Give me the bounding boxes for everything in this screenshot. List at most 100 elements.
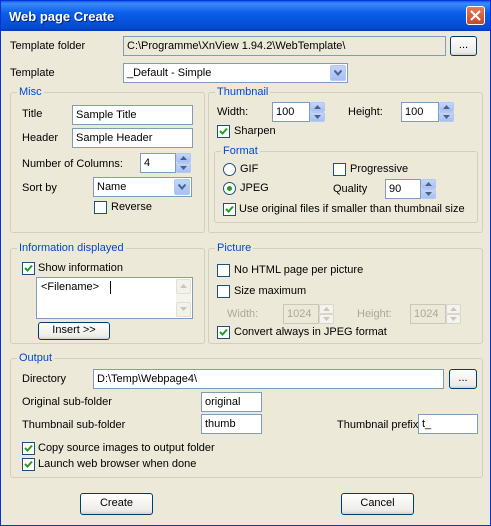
size-maximum-checkbox[interactable] xyxy=(217,285,230,298)
picture-height-input[interactable]: 1024 xyxy=(410,304,446,324)
title-bar[interactable]: Web page Create xyxy=(1,1,490,31)
picture-height-stepper-up[interactable] xyxy=(446,304,461,314)
template-folder-browse-button[interactable]: ... xyxy=(450,36,477,56)
directory-input[interactable]: D:\Temp\Webpage4\ xyxy=(93,369,444,389)
jpeg-label: JPEG xyxy=(240,182,269,194)
thumb-width-stepper[interactable] xyxy=(310,102,325,122)
quality-stepper-up[interactable] xyxy=(421,179,436,189)
arrow-up-icon xyxy=(323,307,330,311)
convert-jpeg-label: Convert always in JPEG format xyxy=(234,326,387,338)
thumbnail-group-title: Thumbnail xyxy=(215,86,271,99)
thumb-height-stepper[interactable] xyxy=(439,102,454,122)
columns-input[interactable]: 4 xyxy=(140,153,176,173)
jpeg-radio[interactable] xyxy=(223,182,236,195)
arrow-down-icon xyxy=(180,166,187,170)
header-label: Header xyxy=(22,132,59,144)
picture-height-stepper-down[interactable] xyxy=(446,314,461,324)
checkmark-icon xyxy=(24,264,33,272)
misc-group-title: Misc xyxy=(17,86,44,99)
show-information-checkbox[interactable] xyxy=(22,262,35,275)
cancel-button[interactable]: Cancel xyxy=(341,493,414,515)
insert-button[interactable]: Insert >> xyxy=(38,322,110,340)
use-original-checkbox[interactable] xyxy=(223,203,236,216)
gif-label: GIF xyxy=(240,163,259,175)
progressive-label: Progressive xyxy=(350,163,409,175)
thumb-height-stepper-up[interactable] xyxy=(439,102,454,112)
scroll-up-button[interactable] xyxy=(176,279,191,294)
create-button[interactable]: Create xyxy=(80,493,153,515)
columns-stepper-up[interactable] xyxy=(176,153,191,163)
show-information-label: Show information xyxy=(38,262,123,274)
sortby-select[interactable]: Name xyxy=(93,177,192,197)
quality-stepper[interactable] xyxy=(421,179,436,199)
arrow-up-icon xyxy=(443,105,450,109)
sortby-label: Sort by xyxy=(22,182,57,194)
progressive-checkbox[interactable] xyxy=(333,163,346,176)
scroll-down-button[interactable] xyxy=(176,302,191,317)
launch-browser-checkbox[interactable] xyxy=(22,458,35,471)
arrow-down-icon xyxy=(314,115,321,119)
picture-height-stepper[interactable] xyxy=(446,304,461,324)
thumbnail-prefix-input[interactable]: t_ xyxy=(418,414,478,434)
template-folder-field[interactable]: C:\Programme\XnView 1.94.2\WebTemplate\ xyxy=(123,36,446,56)
template-dropdown-button[interactable] xyxy=(330,65,346,81)
reverse-checkbox[interactable] xyxy=(94,201,107,214)
sortby-dropdown-button[interactable] xyxy=(174,179,190,195)
size-maximum-label: Size maximum xyxy=(234,285,307,297)
chevron-down-icon xyxy=(178,184,186,190)
copy-source-checkbox[interactable] xyxy=(22,442,35,455)
thumb-width-input[interactable]: 100 xyxy=(272,102,310,122)
no-html-checkbox[interactable] xyxy=(217,264,230,277)
arrow-up-icon xyxy=(425,182,432,186)
information-textarea[interactable]: <Filename> xyxy=(36,277,193,319)
template-label: Template xyxy=(10,67,55,79)
arrow-up-icon xyxy=(180,156,187,160)
thumb-width-stepper-down[interactable] xyxy=(310,112,325,122)
arrow-up-icon xyxy=(314,105,321,109)
format-group-title: Format xyxy=(221,145,260,158)
template-select-value: _Default - Simple xyxy=(127,67,212,79)
picture-width-input[interactable]: 1024 xyxy=(283,304,319,324)
picture-width-label: Width: xyxy=(227,308,259,320)
checkmark-icon xyxy=(24,444,33,452)
template-folder-label: Template folder xyxy=(10,40,86,52)
columns-stepper-down[interactable] xyxy=(176,163,191,173)
columns-stepper[interactable] xyxy=(176,153,191,173)
launch-browser-label: Launch web browser when done xyxy=(38,458,197,470)
picture-width-stepper-down[interactable] xyxy=(319,314,334,324)
no-html-label: No HTML page per picture xyxy=(234,264,364,276)
quality-label: Quality xyxy=(333,183,368,195)
output-group-title: Output xyxy=(17,352,55,365)
close-button[interactable] xyxy=(466,6,485,25)
header-input[interactable]: Sample Header xyxy=(72,128,193,148)
thumb-height-label: Height: xyxy=(348,106,383,118)
radio-selected-dot xyxy=(227,186,232,191)
gif-radio[interactable] xyxy=(223,163,236,176)
quality-stepper-down[interactable] xyxy=(421,189,436,199)
thumbnail-prefix-label: Thumbnail prefix xyxy=(337,419,419,431)
arrow-up-icon xyxy=(180,284,187,288)
directory-label: Directory xyxy=(22,373,67,385)
thumb-height-input[interactable]: 100 xyxy=(401,102,439,122)
sharpen-checkbox[interactable] xyxy=(217,125,230,138)
quality-input[interactable]: 90 xyxy=(385,179,421,199)
directory-browse-button[interactable]: ... xyxy=(449,369,477,389)
chevron-down-icon xyxy=(334,70,342,76)
thumb-width-stepper-up[interactable] xyxy=(310,102,325,112)
title-input[interactable]: Sample Title xyxy=(72,105,193,125)
columns-label: Number of Columns: xyxy=(22,158,123,170)
arrow-down-icon xyxy=(180,307,187,311)
sharpen-label: Sharpen xyxy=(234,125,276,137)
original-subfolder-input[interactable]: original xyxy=(201,392,262,412)
convert-jpeg-checkbox[interactable] xyxy=(217,326,230,339)
thumbnail-subfolder-label: Thumbnail sub-folder xyxy=(22,419,126,431)
picture-width-stepper[interactable] xyxy=(319,304,334,324)
thumbnail-subfolder-input[interactable]: thumb xyxy=(201,414,262,434)
thumb-height-stepper-down[interactable] xyxy=(439,112,454,122)
copy-source-label: Copy source images to output folder xyxy=(38,442,215,454)
template-select[interactable]: _Default - Simple xyxy=(123,63,348,83)
arrow-up-icon xyxy=(450,307,457,311)
picture-width-stepper-up[interactable] xyxy=(319,304,334,314)
picture-height-label: Height: xyxy=(357,308,392,320)
information-scrollbar[interactable] xyxy=(176,279,191,317)
